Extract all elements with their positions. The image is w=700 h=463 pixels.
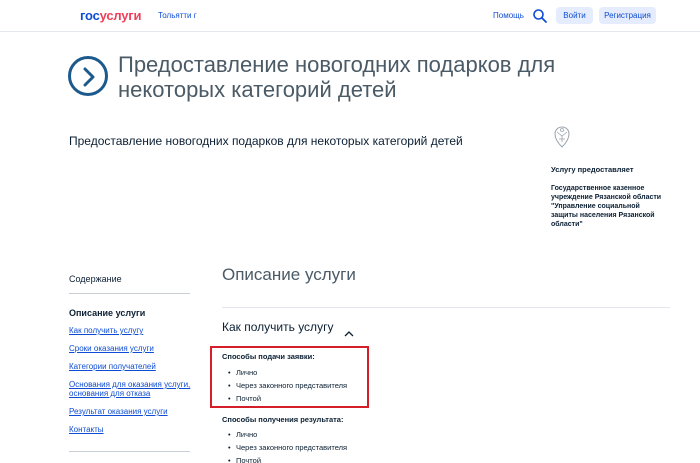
location-selector[interactable]: Тольятти г <box>158 11 197 20</box>
gosuslugi-logo[interactable]: госуслуги <box>80 8 142 23</box>
logo-text-uslugi: услуги <box>99 8 142 23</box>
toc-item-result[interactable]: Результат оказания услуги <box>69 407 199 416</box>
logo-text-gos: гос <box>80 8 100 23</box>
toc-divider <box>69 293 190 294</box>
register-button[interactable]: Регистрация <box>599 7 656 24</box>
provider-name: Государственное казенное учреждение Ряза… <box>551 185 662 228</box>
toc-item-contacts[interactable]: Контакты <box>69 425 199 434</box>
result-methods-title: Способы получения результата: <box>222 415 344 424</box>
login-button[interactable]: Войти <box>556 7 593 24</box>
toc-item-terms[interactable]: Сроки оказания услуги <box>69 344 199 353</box>
section-title: Описание услуги <box>222 265 356 284</box>
list-item: Через законного представителя <box>226 379 347 392</box>
result-methods-list: Лично Через законного представителя Почт… <box>226 428 347 463</box>
toc-title: Содержание <box>69 274 122 284</box>
toc-item-recipients[interactable]: Категории получателей <box>69 362 199 371</box>
chevron-up-icon[interactable] <box>344 325 354 337</box>
toc-item-grounds[interactable]: Основания для оказания услуги, основания… <box>69 380 199 398</box>
list-item: Лично <box>226 366 347 379</box>
submit-methods-title: Способы подачи заявки: <box>222 352 315 361</box>
submit-methods-list: Лично Через законного представителя Почт… <box>226 366 347 405</box>
toc-item-how-to-get[interactable]: Как получить услугу <box>69 326 199 335</box>
search-icon[interactable] <box>532 8 548 24</box>
chevron-right-circle-icon <box>68 56 108 96</box>
toc-list: Как получить услугу Сроки оказания услуг… <box>69 326 199 443</box>
list-item: Лично <box>226 428 347 441</box>
top-header: госуслуги Тольятти г Помощь Войти Регист… <box>0 0 700 32</box>
page-title: Предоставление новогодних подарков для н… <box>118 52 556 102</box>
toc-bottom-divider <box>69 451 190 452</box>
provider-label: Услугу предоставляет <box>551 165 634 174</box>
list-item: Почтой <box>226 392 347 405</box>
coat-of-arms-icon <box>551 125 573 149</box>
accordion-header[interactable]: Как получить услугу <box>222 320 333 334</box>
list-item: Через законного представителя <box>226 441 347 454</box>
section-divider <box>222 307 670 308</box>
help-link[interactable]: Помощь <box>493 11 524 20</box>
toc-item-active[interactable]: Описание услуги <box>69 308 145 318</box>
list-item: Почтой <box>226 454 347 463</box>
service-subheading: Предоставление новогодних подарков для н… <box>69 134 463 148</box>
